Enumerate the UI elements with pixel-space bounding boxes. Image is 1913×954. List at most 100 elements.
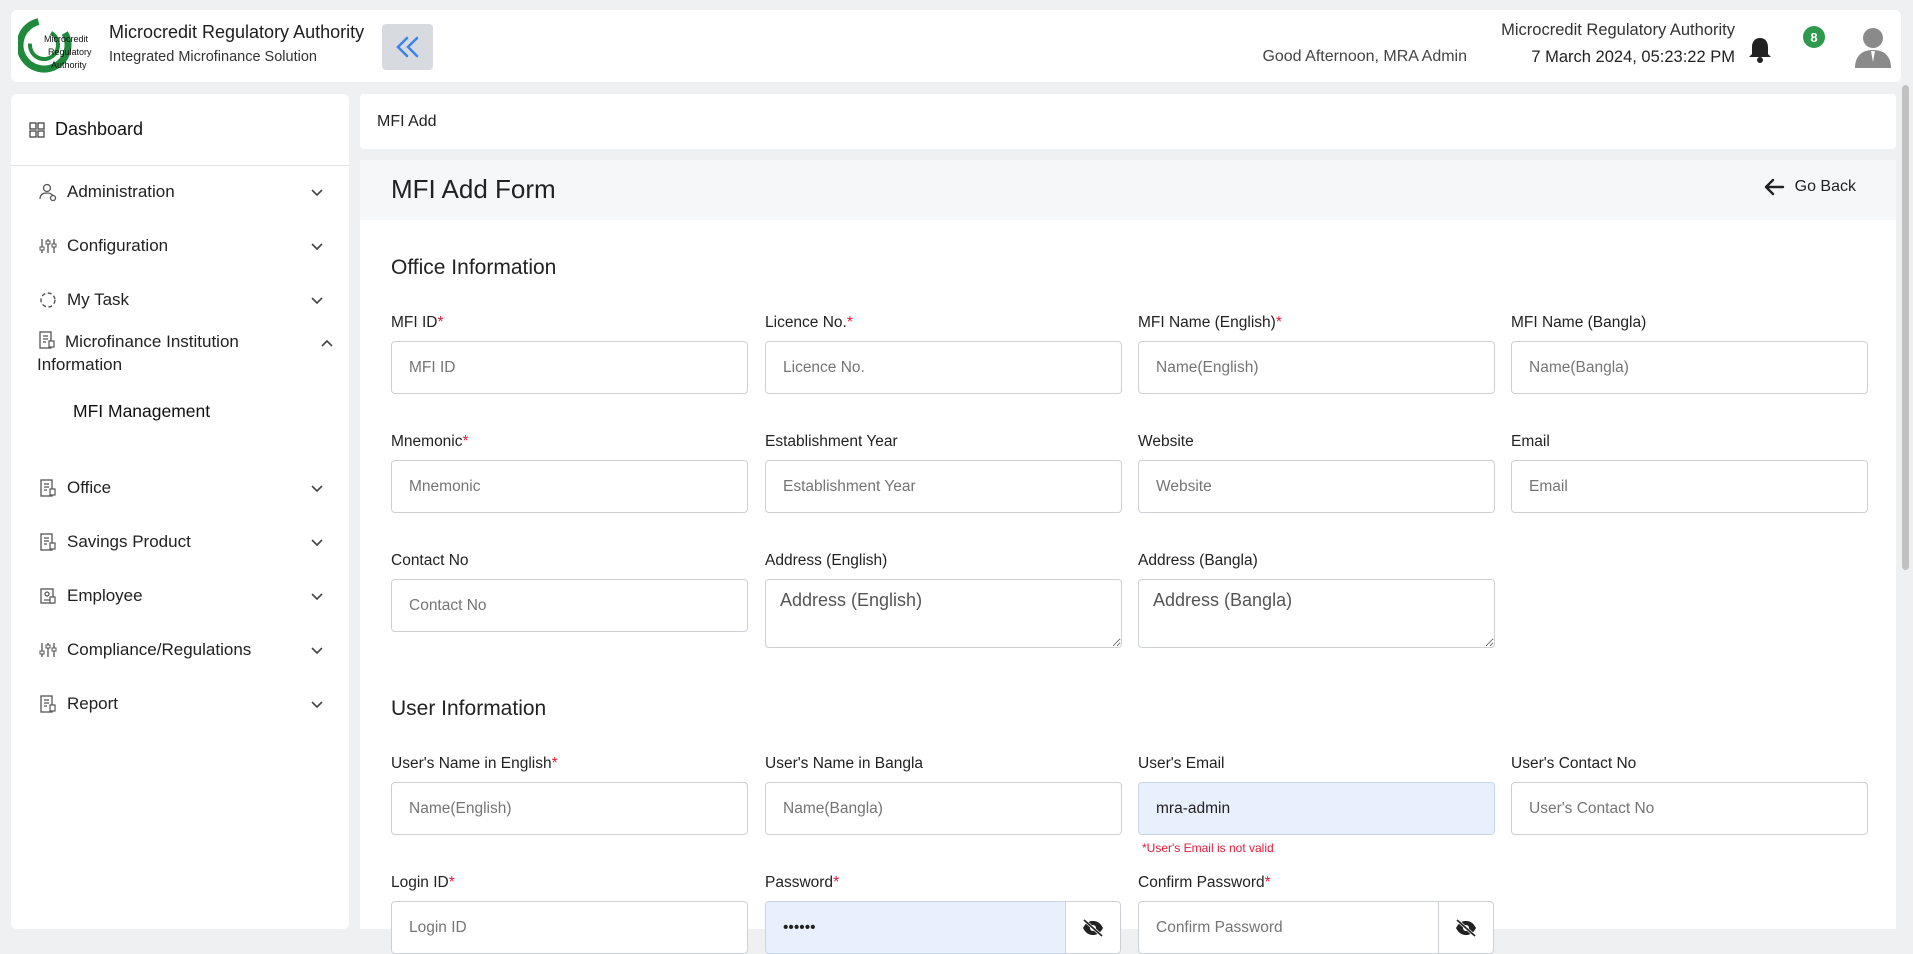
sidebar-item-label: Employee <box>67 586 143 605</box>
current-datetime: 7 March 2024, 05:23:22 PM <box>1531 48 1735 66</box>
sidebar-item-compliance[interactable]: Compliance/Regulations <box>11 628 349 672</box>
sidebar-item-label: Administration <box>67 182 175 201</box>
greeting-text: Good Afternoon, MRA Admin <box>1262 48 1467 65</box>
user-name-english-input[interactable] <box>391 782 748 835</box>
sidebar-item-label: Dashboard <box>55 119 144 139</box>
chevron-down-icon <box>311 701 323 709</box>
sidebar-item-label: Office <box>67 478 112 497</box>
breadcrumb: MFI Add <box>360 94 1896 149</box>
user-name-bangla-label: User's Name in Bangla <box>765 755 924 772</box>
chevron-down-icon <box>311 593 323 601</box>
licence-no-input[interactable] <box>765 341 1122 394</box>
mfi-id-label: MFI ID* <box>391 314 444 331</box>
toggle-confirm-password-visibility-button[interactable] <box>1438 901 1494 954</box>
sidebar: Dashboard Administration Configuration M… <box>11 94 349 929</box>
website-label: Website <box>1138 433 1194 450</box>
mnemonic-input[interactable] <box>391 460 748 513</box>
login-id-label: Login ID* <box>391 874 455 891</box>
user-email-label: User's Email <box>1138 755 1225 772</box>
sidebar-item-employee[interactable]: Employee <box>11 574 349 618</box>
sidebar-item-label: Savings Product <box>67 532 191 551</box>
contact-no-label: Contact No <box>391 552 469 569</box>
form-header: MFI Add Form Go Back <box>360 160 1896 220</box>
mfi-name-english-input[interactable] <box>1138 341 1495 394</box>
sidebar-subitem-mfi-management[interactable]: MFI Management <box>73 401 210 422</box>
sliders-icon <box>37 235 59 257</box>
sidebar-item-administration[interactable]: Administration <box>11 170 349 214</box>
sidebar-item-configuration[interactable]: Configuration <box>11 224 349 268</box>
sidebar-item-report[interactable]: Report <box>11 682 349 726</box>
mfi-id-input[interactable] <box>391 341 748 394</box>
id-card-icon <box>37 585 59 607</box>
address-bangla-textarea[interactable] <box>1138 579 1495 648</box>
building-icon <box>37 477 59 499</box>
user-email-input[interactable] <box>1138 782 1495 835</box>
mfi-name-bangla-input[interactable] <box>1511 341 1868 394</box>
email-label: Email <box>1511 433 1550 450</box>
sidebar-item-my-task[interactable]: My Task <box>11 278 349 322</box>
sidebar-item-savings-product[interactable]: Savings Product <box>11 520 349 564</box>
user-section-title: User Information <box>391 697 547 720</box>
website-input[interactable] <box>1138 460 1495 513</box>
user-name-bangla-input[interactable] <box>765 782 1122 835</box>
building-icon <box>37 531 59 553</box>
eye-slash-icon <box>1456 918 1476 937</box>
arrow-left-icon <box>1764 178 1784 196</box>
contact-no-input[interactable] <box>391 579 748 632</box>
building-icon <box>39 331 55 349</box>
page-title: MFI Add Form <box>391 174 556 204</box>
mfi-name-english-label: MFI Name (English)* <box>1138 314 1282 331</box>
sidebar-item-dashboard[interactable]: Dashboard <box>11 94 349 166</box>
chevron-down-icon <box>311 485 323 493</box>
building-icon <box>37 693 59 715</box>
sidebar-item-label: Compliance/Regulations <box>67 640 252 659</box>
go-back-label: Go Back <box>1794 178 1856 195</box>
toggle-password-visibility-button[interactable] <box>1065 901 1121 954</box>
mfi-name-bangla-label: MFI Name (Bangla) <box>1511 314 1647 331</box>
grid-icon <box>29 121 45 138</box>
confirm-password-input[interactable] <box>1138 901 1440 954</box>
eye-slash-icon <box>1083 918 1103 937</box>
address-english-label: Address (English) <box>765 552 888 569</box>
mnemonic-label: Mnemonic* <box>391 433 469 450</box>
main-form-panel: MFI Add Form Go Back Office Information … <box>360 160 1896 954</box>
password-input[interactable] <box>765 901 1067 954</box>
notification-bell-icon[interactable] <box>1742 32 1778 68</box>
sidebar-collapse-button[interactable] <box>382 24 433 70</box>
login-id-input[interactable] <box>391 901 748 954</box>
user-contact-label: User's Contact No <box>1511 755 1637 772</box>
go-back-button[interactable]: Go Back <box>1763 177 1856 197</box>
password-label: Password* <box>765 874 840 891</box>
address-bangla-label: Address (Bangla) <box>1138 552 1258 569</box>
user-email-error: *User's Email is not valid <box>1142 841 1274 855</box>
licence-no-label: Licence No.* <box>765 314 853 331</box>
double-chevron-left-icon <box>395 36 418 58</box>
chevron-down-icon <box>311 243 323 251</box>
email-input[interactable] <box>1511 460 1868 513</box>
mra-logo: Microcredit Regulatory Authority <box>18 17 92 73</box>
circle-dashed-icon <box>37 289 59 311</box>
office-section-title: Office Information <box>391 256 557 279</box>
confirm-password-label: Confirm Password* <box>1138 874 1271 891</box>
brand-title: Microcredit Regulatory Authority <box>109 22 365 42</box>
sidebar-item-label: Microfinance Institution Information <box>37 332 239 374</box>
users-gear-icon <box>37 181 59 203</box>
svg-text:Microcredit: Microcredit <box>44 34 89 44</box>
user-avatar-icon[interactable] <box>1849 22 1897 70</box>
org-name: Microcredit Regulatory Authority <box>1501 21 1735 39</box>
notification-count-badge: 8 <box>1803 26 1825 48</box>
user-contact-input[interactable] <box>1511 782 1868 835</box>
establishment-year-input[interactable] <box>765 460 1122 513</box>
sidebar-item-label: Report <box>67 694 119 713</box>
page-scrollbar-thumb[interactable] <box>1902 85 1909 570</box>
sidebar-item-microfinance-institution[interactable]: Microfinance Institution Information <box>37 330 333 376</box>
address-english-textarea[interactable] <box>765 579 1122 648</box>
chevron-down-icon <box>311 297 323 305</box>
chevron-up-icon <box>321 339 333 347</box>
top-header: Microcredit Regulatory Authority Microcr… <box>11 10 1901 82</box>
chevron-down-icon <box>311 647 323 655</box>
establishment-year-label: Establishment Year <box>765 433 898 450</box>
sidebar-item-office[interactable]: Office <box>11 466 349 510</box>
svg-text:Regulatory: Regulatory <box>48 47 92 57</box>
svg-text:Authority: Authority <box>51 60 87 70</box>
